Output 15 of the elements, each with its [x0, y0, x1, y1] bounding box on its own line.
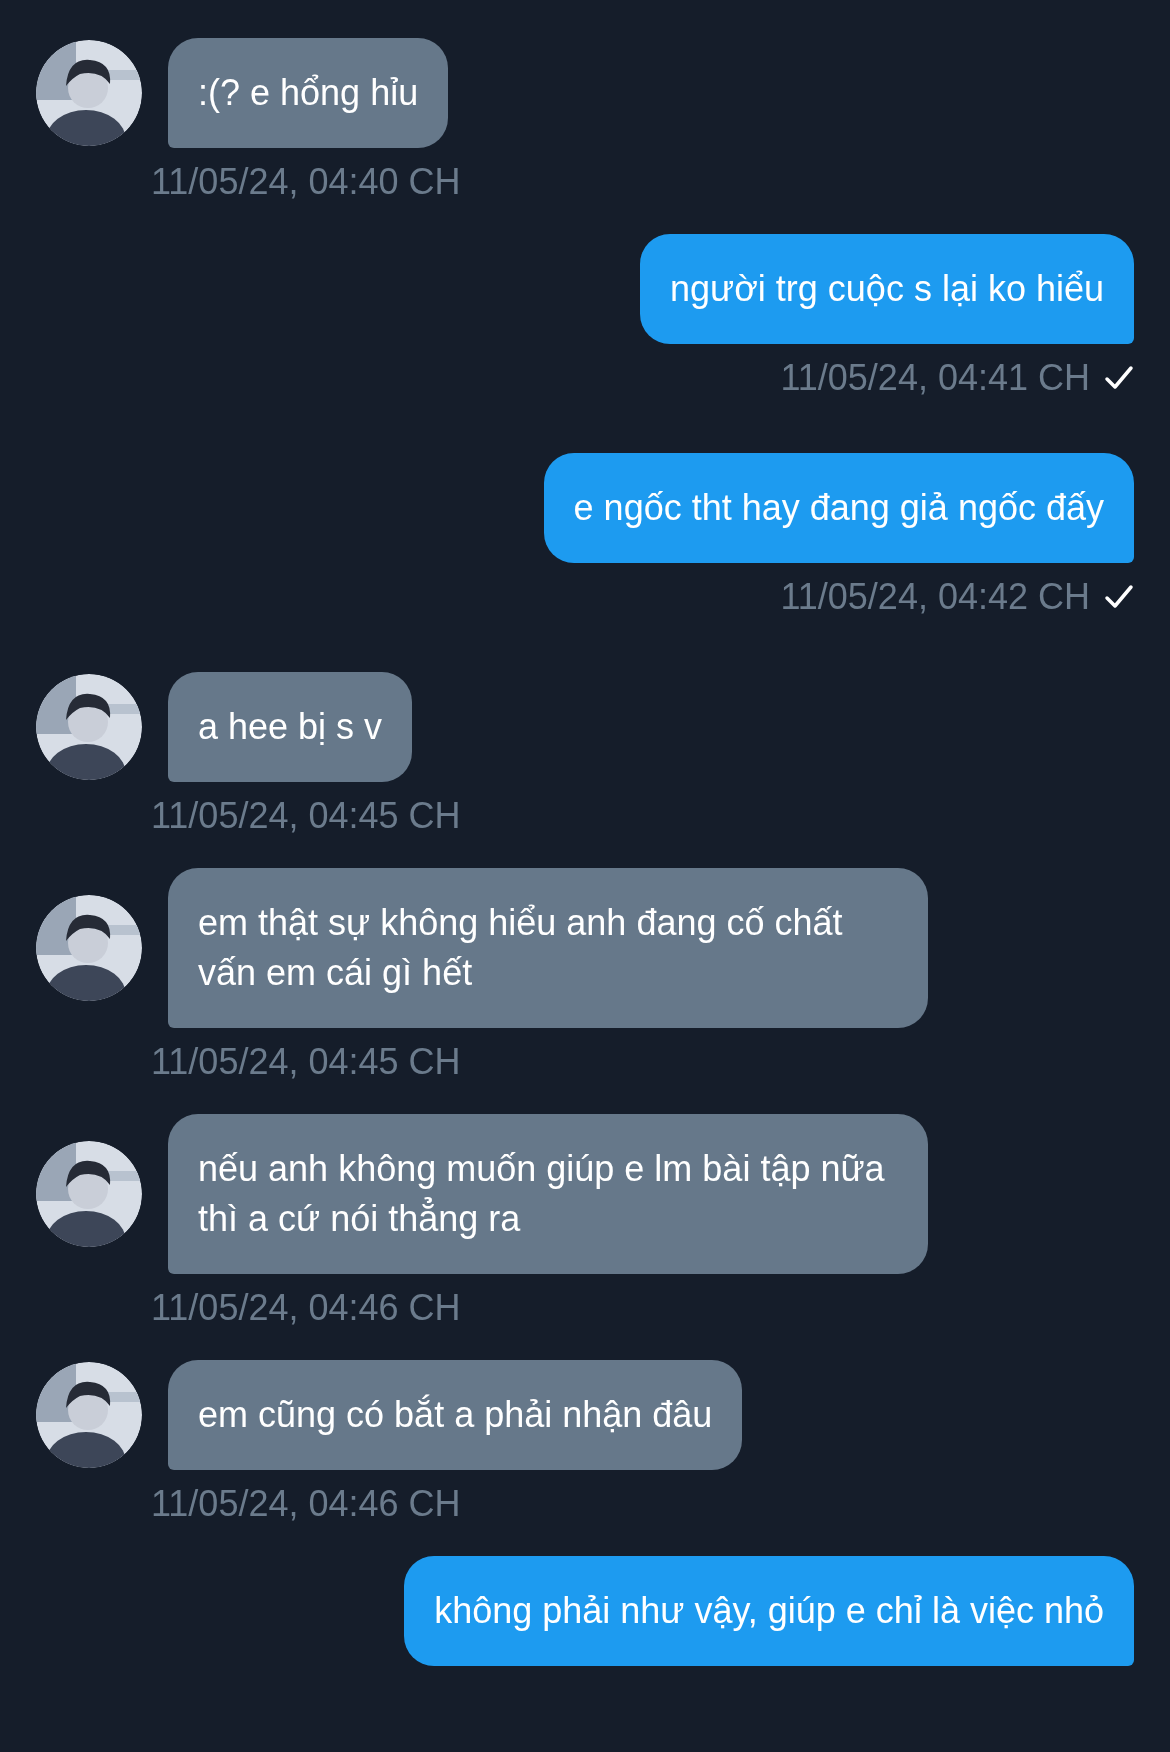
message-bubble: nếu anh không muốn giúp e lm bài tập nữa thì a cứ nói thẳng ra: [168, 1114, 928, 1274]
message-bubble: em thật sự không hiểu anh đang cố chất vấn em cái gì hết: [168, 868, 928, 1028]
message-bubble: e ngốc tht hay đang giả ngốc đấy: [543, 453, 1134, 563]
message-time: 11/05/24, 04:40 CH: [151, 160, 462, 204]
message-bubble: người trg cuộc s lại ko hiểu: [640, 234, 1134, 344]
message-time: 11/05/24, 04:46 CH: [151, 1286, 462, 1330]
message-bubble: không phải như vậy, giúp e chỉ là việc nhỏ: [404, 1556, 1134, 1666]
message-time: 11/05/24, 04:46 CH: [151, 1482, 462, 1526]
message-time: 11/05/24, 04:41 CH: [780, 356, 1090, 400]
message-bubble: em cũng có bắt a phải nhận đâu: [168, 1360, 743, 1470]
message-time: 11/05/24, 04:45 CH: [151, 794, 462, 838]
message-time: 11/05/24, 04:42 CH: [780, 575, 1090, 619]
message-time: 11/05/24, 04:45 CH: [151, 1040, 462, 1084]
message-bubble: a hee bị s v: [168, 672, 413, 782]
message-bubble: :(? e hổng hỉu: [168, 38, 449, 148]
